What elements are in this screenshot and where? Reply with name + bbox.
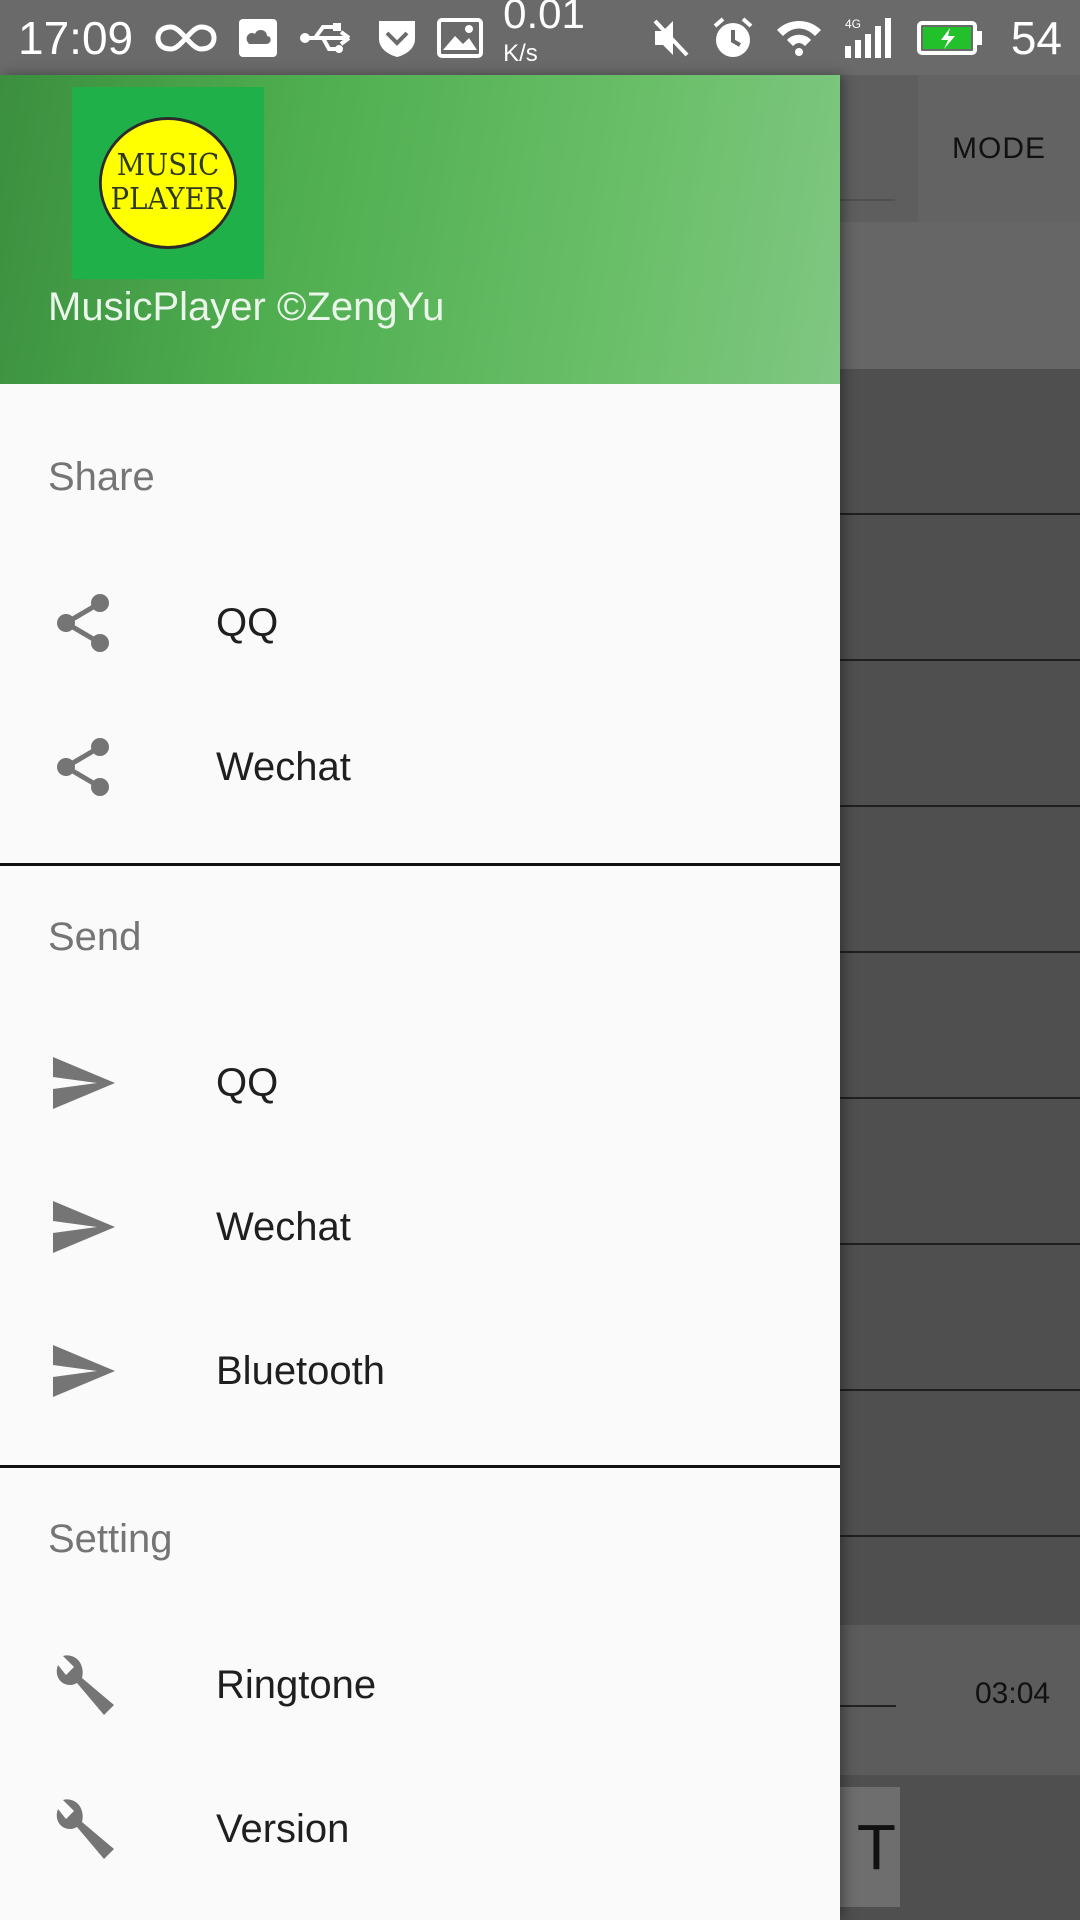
menu-item-label: Ringtone bbox=[216, 1662, 377, 1707]
menu-item-version[interactable]: Version bbox=[0, 1757, 840, 1901]
signal-4g-icon: 4G bbox=[843, 16, 897, 60]
send-icon bbox=[48, 1191, 120, 1263]
menu-item-label: Version bbox=[216, 1806, 350, 1851]
share-icon bbox=[48, 731, 120, 803]
section-title-send: Send bbox=[48, 915, 142, 959]
menu-item-send-bluetooth[interactable]: Bluetooth bbox=[0, 1299, 840, 1443]
wrench-icon bbox=[48, 1649, 120, 1721]
seek-bar[interactable] bbox=[840, 1705, 896, 1707]
send-icon bbox=[48, 1335, 120, 1407]
track-duration: 03:04 bbox=[975, 1677, 1051, 1710]
menu-item-label: Bluetooth bbox=[216, 1348, 386, 1393]
alarm-icon bbox=[711, 16, 755, 60]
background-button[interactable]: T bbox=[840, 1787, 900, 1907]
share-icon bbox=[48, 587, 120, 659]
battery-charging-icon bbox=[916, 20, 983, 55]
menu-item-label: Wechat bbox=[216, 744, 351, 789]
battery-level: 54 bbox=[1010, 11, 1062, 64]
drawer-header: MUSIC PLAYER MusicPlayer ©ZengYu bbox=[0, 75, 840, 384]
send-icon bbox=[48, 1047, 120, 1119]
status-bar: 17:09 0.01 K/s 4G 54 bbox=[0, 0, 1080, 75]
section-title-share: Share bbox=[48, 455, 155, 499]
network-speed-unit: K/s bbox=[503, 39, 538, 67]
menu-item-ringtone[interactable]: Ringtone bbox=[0, 1613, 840, 1757]
menu-item-share-qq[interactable]: QQ bbox=[0, 551, 840, 695]
network-speed: 0.01 K/s bbox=[503, 0, 585, 67]
mute-icon bbox=[651, 17, 691, 59]
menu-item-share-wechat[interactable]: Wechat bbox=[0, 695, 840, 839]
status-time: 17:09 bbox=[18, 11, 134, 64]
drawer-header-title: MusicPlayer ©ZengYu bbox=[48, 285, 445, 329]
usb-icon bbox=[299, 21, 357, 55]
menu-item-send-wechat[interactable]: Wechat bbox=[0, 1155, 840, 1299]
infinity-icon bbox=[155, 21, 217, 55]
navigation-drawer: MUSIC PLAYER MusicPlayer ©ZengYu Share Q… bbox=[0, 75, 840, 1920]
mode-button[interactable]: MODE bbox=[918, 75, 1080, 222]
app-logo: MUSIC PLAYER bbox=[72, 87, 264, 279]
image-icon bbox=[437, 17, 484, 58]
menu-item-send-qq[interactable]: QQ bbox=[0, 1011, 840, 1155]
logo-text-line1: MUSIC bbox=[116, 147, 220, 183]
section-divider bbox=[0, 1465, 840, 1468]
wrench-icon bbox=[48, 1793, 120, 1865]
menu-item-label: QQ bbox=[216, 1060, 279, 1105]
shield-icon bbox=[377, 17, 417, 59]
cloud-icon bbox=[237, 17, 279, 59]
section-divider bbox=[0, 863, 840, 866]
logo-circle: MUSIC PLAYER bbox=[99, 117, 237, 249]
menu-item-label: QQ bbox=[216, 600, 279, 645]
menu-item-label: Wechat bbox=[216, 1204, 351, 1249]
logo-text-line2: PLAYER bbox=[110, 182, 226, 217]
svg-text:4G: 4G bbox=[845, 17, 861, 31]
section-title-setting: Setting bbox=[48, 1517, 173, 1561]
wifi-icon bbox=[775, 18, 823, 58]
